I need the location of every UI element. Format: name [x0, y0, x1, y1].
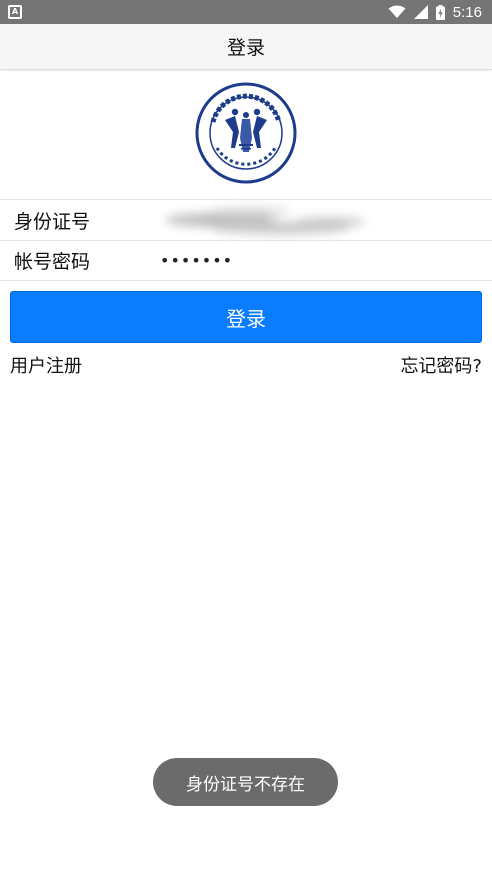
password-input[interactable]: ••••••• [160, 251, 233, 270]
password-label: 帐号密码 [14, 251, 91, 273]
password-row[interactable]: 帐号密码 ••••••• [0, 240, 492, 281]
id-number-row[interactable]: 身份证号 [0, 199, 492, 240]
status-time: 5:16 [452, 3, 482, 21]
page-title: 登录 [226, 37, 265, 59]
organization-logo [195, 82, 297, 184]
login-button[interactable]: 登录 [10, 291, 482, 343]
forgot-password-link[interactable]: 忘记密码? [400, 352, 482, 378]
status-bar-right: 5:16 [388, 4, 482, 21]
battery-icon [435, 4, 445, 20]
title-bar: 登录 [0, 24, 492, 70]
register-link[interactable]: 用户注册 [10, 352, 82, 378]
wifi-icon [388, 5, 406, 18]
status-bar-left: A [8, 5, 22, 19]
toast-message: 身份证号不存在 [153, 758, 338, 806]
signal-icon [413, 5, 428, 19]
status-bar: A 5:16 [0, 0, 492, 24]
id-number-label: 身份证号 [14, 210, 91, 233]
app-notification-icon: A [8, 5, 22, 19]
